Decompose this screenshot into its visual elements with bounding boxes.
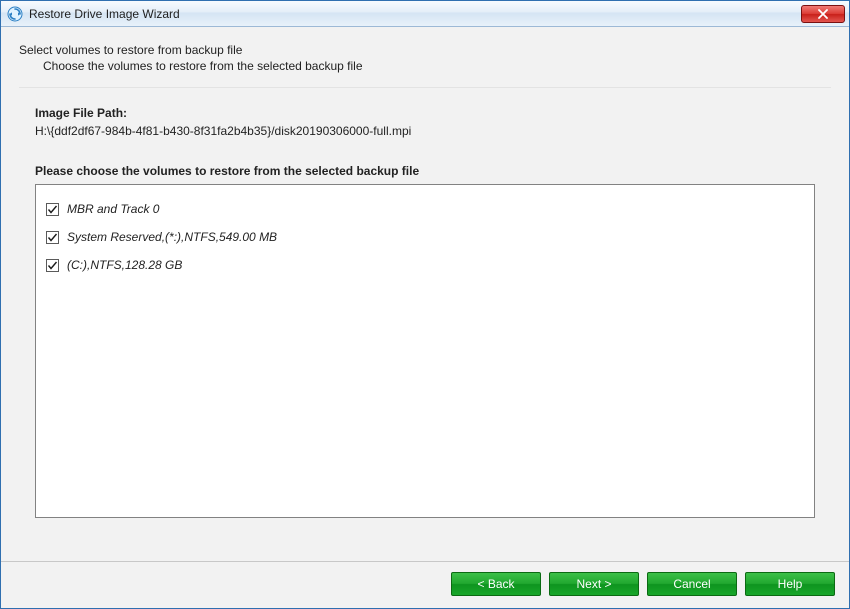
wizard-window: Restore Drive Image Wizard Select volume… (0, 0, 850, 609)
main-section: Image File Path: H:\{ddf2df67-984b-4f81-… (35, 106, 815, 518)
client-area: Select volumes to restore from backup fi… (1, 27, 849, 608)
volume-row[interactable]: System Reserved,(*:),NTFS,549.00 MB (46, 223, 804, 251)
volumes-listbox[interactable]: MBR and Track 0 System Reserved,(*:),NTF… (35, 184, 815, 518)
volume-checkbox[interactable] (46, 231, 59, 244)
content: Select volumes to restore from backup fi… (1, 27, 849, 561)
volume-label: (C:),NTFS,128.28 GB (67, 258, 182, 272)
volume-row[interactable]: (C:),NTFS,128.28 GB (46, 251, 804, 279)
divider (19, 87, 831, 88)
wizard-heading: Select volumes to restore from backup fi… (19, 41, 831, 83)
volumes-choose-label: Please choose the volumes to restore fro… (35, 164, 815, 178)
volume-row[interactable]: MBR and Track 0 (46, 195, 804, 223)
help-button[interactable]: Help (745, 572, 835, 596)
volume-checkbox[interactable] (46, 259, 59, 272)
window-title: Restore Drive Image Wizard (29, 7, 801, 21)
image-file-path-value: H:\{ddf2df67-984b-4f81-b430-8f31fa2b4b35… (35, 124, 815, 138)
heading-sub: Choose the volumes to restore from the s… (43, 59, 831, 73)
footer-buttons: < Back Next > Cancel Help (1, 561, 849, 608)
close-icon (817, 9, 829, 19)
volume-label: MBR and Track 0 (67, 202, 159, 216)
cancel-button[interactable]: Cancel (647, 572, 737, 596)
back-button[interactable]: < Back (451, 572, 541, 596)
image-file-path-label: Image File Path: (35, 106, 815, 120)
volume-checkbox[interactable] (46, 203, 59, 216)
titlebar: Restore Drive Image Wizard (1, 1, 849, 27)
heading-main: Select volumes to restore from backup fi… (19, 43, 831, 57)
app-icon (7, 6, 23, 22)
checkmark-icon (47, 260, 58, 271)
close-button[interactable] (801, 5, 845, 23)
next-button[interactable]: Next > (549, 572, 639, 596)
checkmark-icon (47, 232, 58, 243)
checkmark-icon (47, 204, 58, 215)
volume-label: System Reserved,(*:),NTFS,549.00 MB (67, 230, 277, 244)
